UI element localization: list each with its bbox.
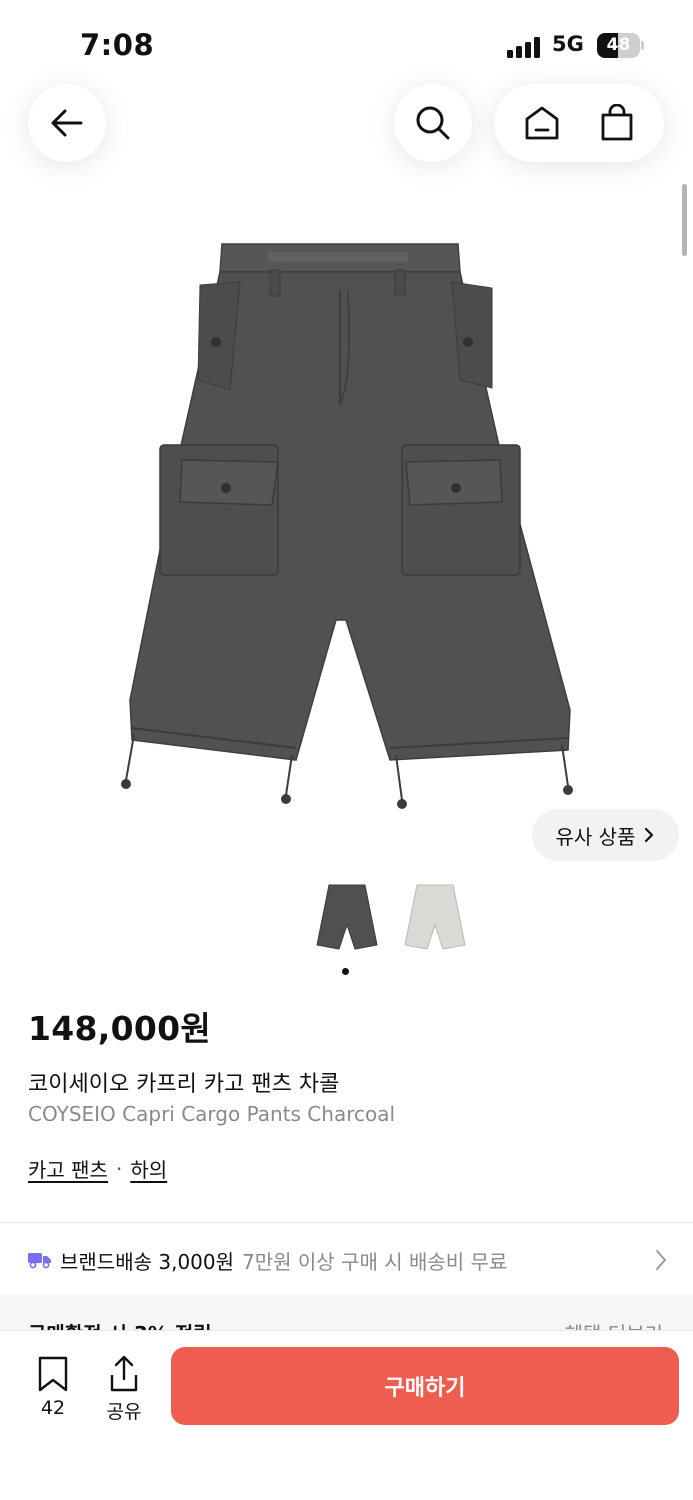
scrollbar[interactable] [682,184,687,256]
bookmark-button[interactable]: 42 [23,1355,83,1419]
category-breadcrumb: 카고 팬츠 · 하의 [28,1154,167,1183]
chevron-right-icon [645,827,654,843]
bookmark-icon [38,1356,68,1392]
product-name-ko: 코이세이오 카프리 카고 팬츠 차콜 [28,1072,340,1097]
shipping-label: 브랜드배송 3,000원 [60,1249,235,1274]
product-name-en: COYSEIO Capri Cargo Pants Charcoal [28,1102,396,1126]
share-label: 공유 [106,1401,142,1423]
truck-icon [28,1253,51,1269]
bookmark-count: 42 [40,1397,66,1419]
search-button[interactable] [394,84,472,162]
signal-icon [507,36,543,58]
arrow-left-icon [51,109,83,137]
battery-percent: 48 [606,35,631,55]
buy-button[interactable]: 구매하기 [171,1347,679,1425]
home-button[interactable] [512,93,572,153]
product-image[interactable] [100,230,580,820]
chevron-right-icon [656,1250,666,1270]
similar-products-label: 유사 상품 [555,824,636,849]
cart-button[interactable] [587,93,647,153]
nav-action-group [494,84,664,162]
carousel-indicator-dot [342,968,349,975]
cargo-pants-image [121,243,573,809]
category-link-bottoms[interactable]: 하의 [130,1154,167,1183]
home-icon [525,106,558,140]
similar-products-button[interactable]: 유사 상품 [532,809,679,861]
thumbnail-list [312,880,472,960]
divider [0,1222,693,1223]
search-icon [416,106,450,140]
share-icon [110,1355,138,1392]
network-type: 5G [552,32,584,56]
category-separator: · [115,1156,123,1181]
thumbnail-pants-image [316,884,378,950]
shipping-info-row[interactable]: 브랜드배송 3,000원 7만원 이상 구매 시 배송비 무료 [28,1240,668,1280]
category-link-cargo-pants[interactable]: 카고 팬츠 [28,1154,108,1183]
shipping-condition: 7만원 이상 구매 시 배송비 무료 [242,1249,508,1274]
bottom-action-bar: 42 공유 구매하기 [0,1330,693,1500]
back-button[interactable] [28,84,106,162]
thumbnail-pants-image [404,884,466,950]
product-price: 148,000원 [28,1009,212,1048]
thumbnail-light-gray[interactable] [400,880,470,955]
share-button[interactable]: 공유 [94,1355,154,1424]
status-bar: 7:08 5G 48 [0,0,693,88]
battery-icon: 48 [597,33,644,58]
status-time: 7:08 [80,28,155,62]
shopping-bag-icon [601,104,632,141]
thumbnail-charcoal[interactable] [312,880,382,955]
